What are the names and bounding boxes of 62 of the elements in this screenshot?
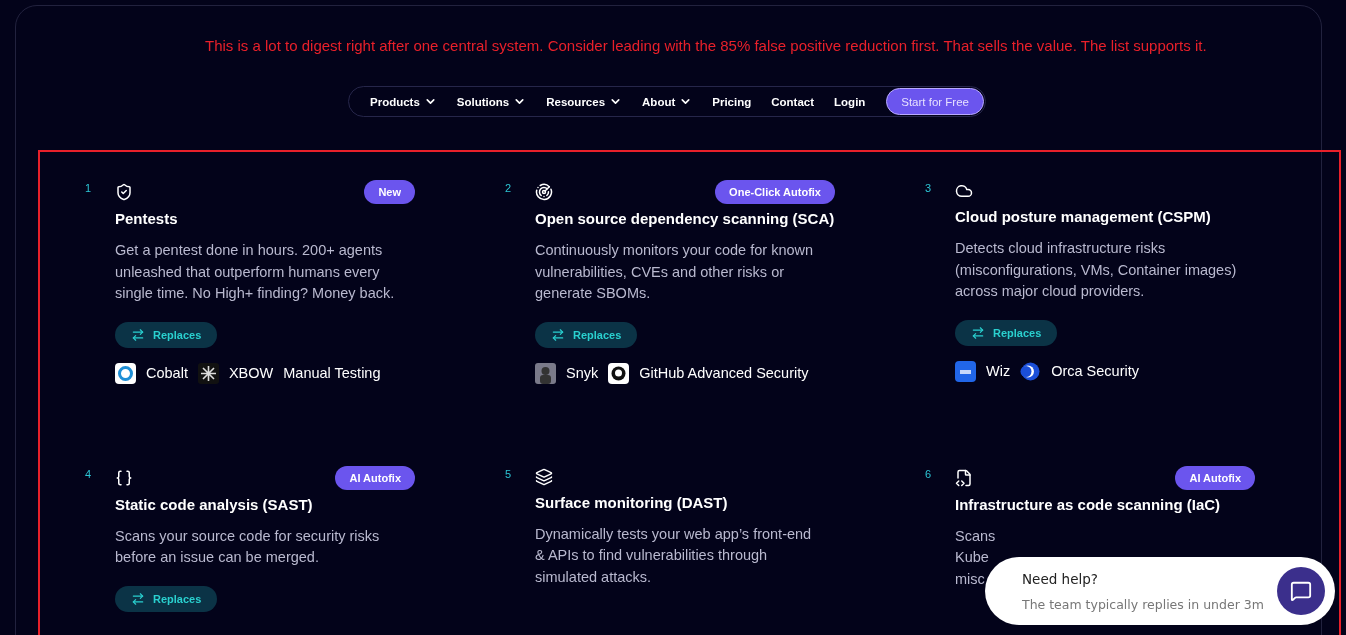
card-number: 4	[84, 466, 93, 482]
card-description: Scans your source code for security risks before an issue can be merged.	[115, 526, 380, 567]
start-button[interactable]: Start for Free	[886, 88, 984, 115]
feature-tag: One-Click Autofix	[715, 180, 835, 204]
feature-icon	[535, 183, 553, 201]
nav-link[interactable]: Resources	[546, 95, 623, 108]
nav-link[interactable]: Contact	[771, 95, 815, 108]
logo-icon	[197, 362, 219, 384]
card-description: Continuously monitors your code for known vulnerabilities, CVEs and other risks or generate SBOMs.	[535, 241, 814, 303]
logo-icon	[608, 362, 630, 384]
card-number: 3	[924, 181, 933, 196]
feature-tag: AI Autofix	[1175, 465, 1255, 490]
vendor-name: Wiz	[986, 363, 1011, 379]
card-title: Infrastructure as code scanning (IaC)	[955, 495, 1222, 513]
replaces-button[interactable]: Replaces	[955, 319, 1058, 346]
feature-icon	[115, 468, 133, 487]
swap-icon	[551, 327, 565, 342]
card-title: Pentests	[115, 210, 179, 227]
chat-button[interactable]	[1277, 567, 1325, 615]
feature-tag: AI Autofix	[335, 465, 415, 490]
nav-link[interactable]: Pricing	[712, 95, 752, 108]
vendor-name: GitHub Advanced Security	[639, 365, 809, 381]
card-title: Cloud posture management (CSPM)	[955, 208, 1212, 225]
card-number: 6	[924, 466, 933, 482]
vendor-name: Cobalt	[146, 365, 188, 381]
nav-link[interactable]: Solutions	[456, 95, 527, 108]
help-subtitle: The team typically replies in under 3m	[1022, 596, 1265, 612]
feature-icon	[955, 182, 973, 200]
chat-icon	[1290, 580, 1312, 602]
feature-icon	[535, 467, 553, 486]
replaces-button[interactable]: Replaces	[115, 585, 218, 612]
logo-icon	[1020, 360, 1042, 382]
vendor-name: Snyk	[566, 365, 599, 381]
card-description: Detects cloud infrastructure risks (misconfigurations, VMs, Container images) across major cloud providers.	[955, 239, 1237, 301]
nav-link[interactable]: Login	[834, 95, 866, 108]
vendor-name: Orca Security	[1051, 363, 1139, 379]
card-description: Get a pentest done in hours. 200+ agents unleashed that outperform humans every single time. No High+ finding? Money back.	[115, 241, 395, 303]
logo-icon	[955, 360, 976, 382]
help-title: Need help?	[1022, 570, 1099, 587]
swap-icon	[971, 325, 985, 340]
annotation-note: This is a lot to digest right after one central system. Consider leading with the 85% false positive reduction first. That sells the value. The list supports it.	[205, 37, 1208, 55]
vendor-name: Manual Testing	[283, 365, 381, 381]
nav-link[interactable]: About	[642, 95, 693, 108]
vendor-name: XBOW	[228, 365, 274, 381]
card-title: Surface monitoring (DAST)	[535, 493, 729, 511]
logo-icon	[115, 362, 136, 384]
swap-icon	[131, 327, 145, 342]
nav-link[interactable]: Products	[370, 95, 437, 108]
feature-icon	[115, 183, 133, 201]
card-description: Dynamically tests your web app’s front-end & APIs to find vulnerabilities through simulated attacks.	[535, 524, 812, 587]
replaces-button[interactable]: Replaces	[115, 321, 218, 348]
card-title: Static code analysis (SAST)	[115, 495, 314, 513]
card-description: Scans Kube misc	[955, 526, 996, 589]
swap-icon	[131, 591, 145, 606]
logo-icon	[535, 362, 556, 384]
card-number: 1	[84, 181, 93, 196]
card-number: 5	[504, 466, 513, 482]
replaces-button[interactable]: Replaces	[535, 321, 638, 348]
card-title: Open source dependency scanning (SCA)	[535, 210, 835, 227]
feature-icon	[955, 468, 973, 487]
card-number: 2	[504, 181, 513, 196]
feature-tag: New	[364, 180, 415, 204]
